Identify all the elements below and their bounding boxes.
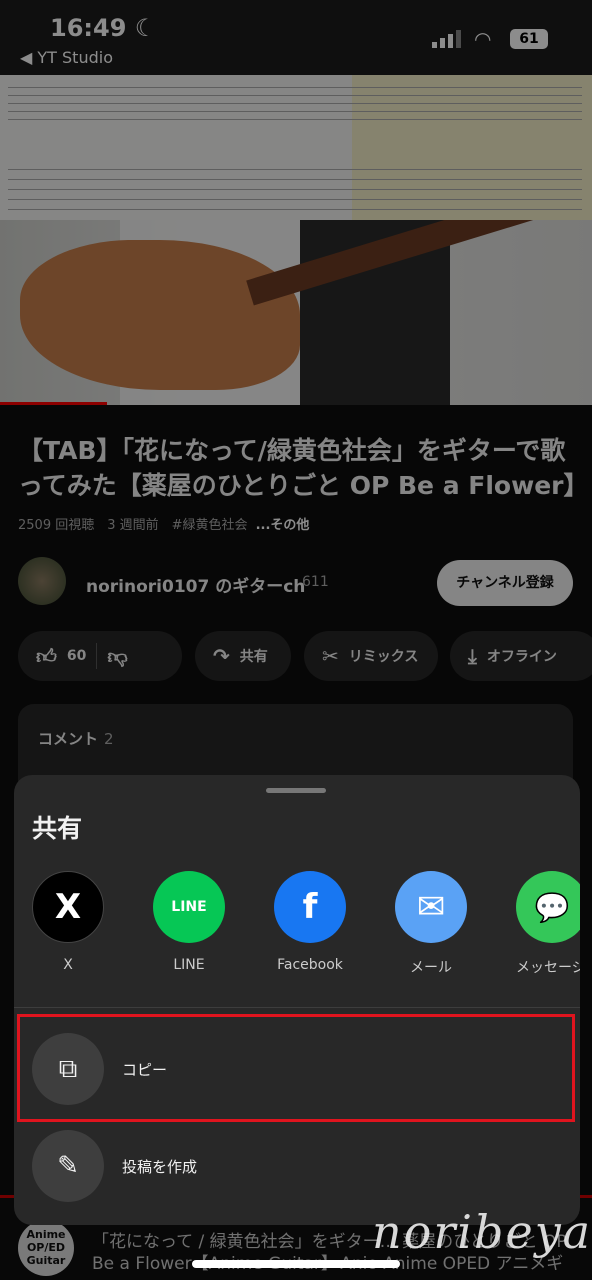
divider: [96, 643, 98, 669]
app-label: Facebook: [277, 957, 343, 973]
offline-button[interactable]: ⤓ オフライン: [450, 631, 592, 681]
remix-label: リミックス: [348, 649, 419, 665]
battery-icon: 61: [510, 29, 548, 49]
share-sheet-title: 共有: [32, 814, 83, 843]
video-meta[interactable]: 2509 回視聴 3 週間前 #緑黄色社会 ...その他: [18, 514, 309, 533]
download-icon: ⤓: [468, 644, 477, 668]
status-bar: 16:49 ☾ ◀ YT Studio ◠ 61: [0, 0, 592, 75]
thumbs-down-icon[interactable]: 👎︎: [107, 644, 127, 669]
create-post-button[interactable]: ✎ 投稿を作成: [14, 1122, 580, 1210]
remix-icon: ✂: [322, 644, 339, 668]
next-video-title: 「花になって / 緑黄色社会」をギター… 薬屋のひとりごと OP Be a Fl…: [92, 1232, 567, 1274]
time-text: 16:49: [50, 14, 127, 42]
share-line[interactable]: LINE LINE: [139, 871, 239, 973]
like-count: 60: [66, 648, 87, 664]
share-x[interactable]: XX: [18, 871, 118, 973]
thumbs-up-icon[interactable]: 👍︎: [36, 644, 57, 669]
moon-icon: ☾: [134, 14, 157, 42]
line-logo-icon: LINE: [153, 871, 225, 943]
facebook-logo-icon: f: [274, 871, 346, 943]
clock: 16:49 ☾: [50, 14, 156, 42]
divider: [14, 1007, 580, 1008]
comments-count: 2: [104, 730, 114, 748]
app-label: LINE: [173, 957, 205, 973]
app-label: X: [63, 957, 73, 973]
next-video-channel-avatar: Anime OP/ED Guitar: [18, 1220, 74, 1276]
share-label: 共有: [239, 649, 268, 665]
comments-label: コメント: [38, 730, 99, 748]
video-progress-bar[interactable]: [0, 402, 107, 405]
share-button[interactable]: ↷ 共有: [195, 631, 291, 681]
share-arrow-icon: ↷: [213, 644, 230, 668]
channel-name[interactable]: norinori0107 のギターch: [86, 572, 305, 597]
tab-sheet-music: [0, 75, 592, 220]
remix-button[interactable]: ✂ リミックス: [304, 631, 438, 681]
x-logo-icon: X: [32, 871, 104, 943]
like-dislike-group[interactable]: 👍︎ 60 👎︎: [18, 631, 182, 681]
video-title: 【TAB】「花になって/緑黄色社会」をギターで歌ってみた【薬屋のひとりごと OP…: [18, 436, 589, 500]
more-link[interactable]: ...その他: [256, 518, 310, 533]
share-sheet: 共有 XX LINE LINE f Facebook ✉ メール 💬 メッセージ ⧉ コピ…: [14, 775, 580, 1225]
copy-icon: ⧉: [32, 1033, 104, 1105]
channel-avatar[interactable]: [18, 557, 66, 605]
upload-age: 3 週間前: [107, 518, 159, 533]
subscriber-count: 611: [302, 574, 329, 590]
home-indicator[interactable]: [192, 1260, 400, 1268]
subscribe-button[interactable]: チャンネル登録: [437, 560, 573, 606]
video-player[interactable]: [0, 75, 592, 405]
share-facebook[interactable]: f Facebook: [260, 871, 360, 973]
view-count: 2509 回視聴: [18, 518, 95, 533]
offline-label: オフライン: [486, 649, 557, 665]
back-to-app-link[interactable]: ◀ YT Studio: [20, 48, 113, 67]
create-post-label: 投稿を作成: [122, 1158, 198, 1176]
share-mail[interactable]: ✉ メール: [381, 871, 481, 977]
cellular-signal-icon: [432, 30, 461, 48]
app-label: メッセージ: [516, 960, 580, 976]
drag-handle[interactable]: [266, 788, 326, 793]
messages-icon: 💬: [516, 871, 580, 943]
share-messages[interactable]: 💬 メッセージ: [502, 871, 580, 977]
copy-label: コピー: [122, 1061, 168, 1079]
app-label: メール: [410, 960, 452, 976]
wifi-icon: ◠: [474, 27, 492, 51]
edit-icon: ✎: [32, 1130, 104, 1202]
video-frame-guitar: [0, 220, 592, 405]
hashtag-link[interactable]: #緑黄色社会: [172, 518, 248, 533]
copy-button[interactable]: ⧉ コピー: [14, 1025, 580, 1113]
mail-icon: ✉: [395, 871, 467, 943]
